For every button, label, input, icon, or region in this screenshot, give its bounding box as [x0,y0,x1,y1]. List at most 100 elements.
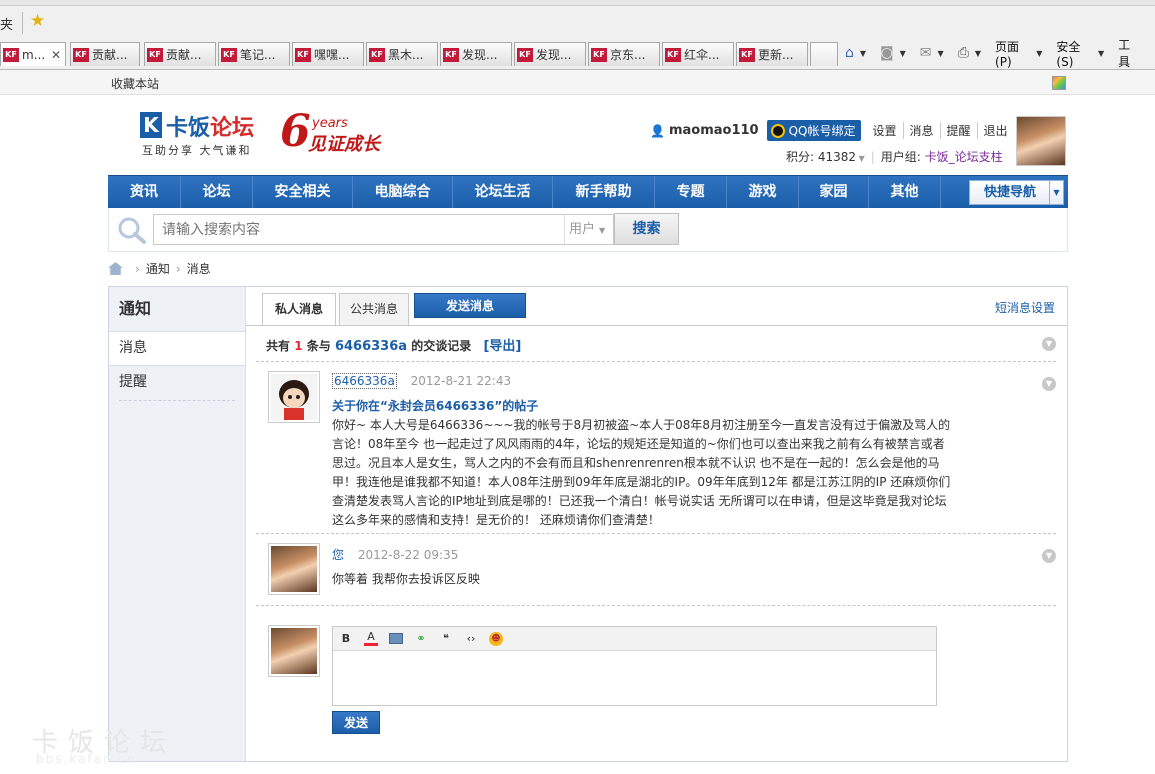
new-tab-button[interactable] [810,42,838,66]
theme-palette-icon[interactable] [1052,76,1066,90]
main-panel: 通知 消息 提醒 私人消息 公共消息 发送消息 短消息设置 共有 1 条与 64… [108,286,1068,762]
notifications-link[interactable]: 提醒 [939,122,977,139]
nav-item-newbie-help[interactable]: 新手帮助 [553,176,655,209]
site-favicon-icon: KF [295,47,311,62]
browser-tab[interactable]: KF 发现... [440,42,512,66]
nav-item-games[interactable]: 游戏 [727,176,799,209]
browser-tab[interactable]: KF 红伞... [662,42,734,66]
chevron-down-icon: ▼ [1049,181,1063,204]
message-item: 您 2012-8-22 09:35 你等着 我帮你去投诉区反映 ▼ [256,543,1056,603]
search-button[interactable]: 搜索 [614,213,679,245]
qq-bind-button[interactable]: QQ帐号绑定 [766,120,861,141]
user-group-link[interactable]: 卡饭_论坛支柱 [925,150,1003,164]
collapse-icon[interactable]: ▼ [1042,337,1056,351]
logo-k-mark: K [140,112,162,138]
logout-link[interactable]: 退出 [976,122,1014,139]
send-message-button[interactable]: 发送消息 [414,293,526,318]
quote-icon[interactable]: ❝ [439,632,453,646]
bold-icon[interactable]: B [339,632,353,646]
summary-count: 1 [294,339,303,353]
print-button[interactable]: ⎙ ▼ [958,45,981,61]
safety-menu[interactable]: 安全(S) ▼ [1056,38,1104,69]
settings-link[interactable]: 设置 [867,122,903,139]
add-favorite-star-icon[interactable]: ★ [30,11,45,31]
home-button[interactable]: ⌂ ▼ [845,45,866,61]
tab-private-messages[interactable]: 私人消息 [262,293,336,326]
close-tab-icon[interactable]: ✕ [51,48,61,62]
message-author-link[interactable]: 您 [332,548,344,562]
reply-textarea[interactable] [333,651,936,705]
site-logo[interactable]: K 卡饭论坛 互助分享 大气谦和 6 years 见证成长 [140,106,400,160]
browser-tab-label: 黑木... [388,48,424,62]
font-color-icon[interactable]: A [364,631,378,646]
main-nav: 资讯 论坛 安全相关 电脑综合 论坛生活 新手帮助 专题 游戏 家园 其他 快捷… [108,175,1068,209]
summary-user-link[interactable]: 6466336a [335,339,407,354]
favorites-label[interactable]: 夹 [0,14,13,33]
message-author-link[interactable]: 6466336a [332,373,397,389]
browser-tab[interactable]: KF 黑木... [366,42,438,66]
search-type-label: 用户 [569,222,596,237]
page-menu[interactable]: 页面(P) ▼ [995,38,1042,69]
nav-item-topics[interactable]: 专题 [655,176,727,209]
bookmark-site-link[interactable]: 收藏本站 [111,75,159,92]
nav-item-news[interactable]: 资讯 [108,176,181,209]
messages-link[interactable]: 消息 [902,122,940,139]
browser-tab[interactable]: KF m... ✕ [0,42,66,66]
breadcrumb-separator: › [175,261,181,276]
sender-avatar[interactable] [268,371,320,423]
smiley-icon[interactable]: ☻ [489,631,503,646]
message-time: 2012-8-22 09:35 [357,548,459,562]
nav-item-life[interactable]: 论坛生活 [453,176,553,209]
browser-tab[interactable]: KF 嘿嘿... [292,42,364,66]
nav-item-other[interactable]: 其他 [869,176,941,209]
mail-icon: ✉ [919,45,932,61]
quick-nav-button[interactable]: 快捷导航 ▼ [969,180,1064,205]
feeds-button[interactable]: ◙ ▼ [880,45,906,61]
score-menu[interactable]: 积分: 41382 [786,150,856,164]
logo-slogan: 互助分享 大气谦和 [142,144,252,157]
browser-tab[interactable]: KF 笔记... [218,42,290,66]
message-content: 私人消息 公共消息 发送消息 短消息设置 共有 1 条与 6466336a 的交… [246,287,1067,761]
browser-tab[interactable]: KF 贡献... [70,42,140,66]
image-icon[interactable] [389,633,403,644]
nav-item-computer[interactable]: 电脑综合 [353,176,453,209]
quick-nav-label: 快捷导航 [984,185,1037,200]
collapse-icon[interactable]: ▼ [1042,549,1056,563]
code-icon[interactable]: ‹› [464,632,478,646]
summary-mid: 条与 [306,339,331,353]
site-favicon-icon: KF [443,47,459,62]
collapse-icon[interactable]: ▼ [1042,377,1056,391]
browser-tab-label: 笔记... [240,48,276,62]
home-icon[interactable] [108,262,123,275]
site-topbar: 收藏本站 [0,70,1155,95]
browser-tab[interactable]: KF 更新... [736,42,808,66]
send-reply-button[interactable]: 发送 [332,711,380,734]
link-icon[interactable]: ⚭ [414,632,428,646]
tab-public-messages[interactable]: 公共消息 [339,293,409,325]
message-settings-link[interactable]: 短消息设置 [995,299,1055,316]
nav-item-home[interactable]: 家园 [799,176,869,209]
tools-menu[interactable]: 工具 [1118,36,1141,70]
sidebar-title: 通知 [109,287,245,332]
search-input[interactable] [153,214,565,245]
logo-name-a: 卡饭 [166,116,211,141]
browser-tab[interactable]: KF 京东... [588,42,660,66]
browser-tab-label: 红伞... [684,48,720,62]
search-type-select[interactable]: 用户 ▼ [564,214,614,245]
menu-strip [0,0,1155,6]
browser-tab[interactable]: KF 贡献... [144,42,216,66]
username-link[interactable]: maomao110 [669,123,759,138]
message-body: 你等着 我帮你去投诉区反映 [332,572,480,586]
mail-button[interactable]: ✉ ▼ [920,45,944,61]
safety-menu-label: 安全(S) [1056,39,1081,69]
nav-item-security[interactable]: 安全相关 [253,176,353,209]
browser-tab[interactable]: KF 发现... [514,42,586,66]
nav-item-forum[interactable]: 论坛 [181,176,253,209]
breadcrumb-notice[interactable]: 通知 [146,260,170,277]
message-item: 6466336a 2012-8-21 22:43 关于你在“永封会员646633… [256,371,1056,531]
sender-avatar[interactable] [268,543,320,595]
sidebar-item-messages[interactable]: 消息 [109,332,245,366]
export-link[interactable]: [导出] [483,339,521,354]
avatar[interactable] [1016,116,1066,166]
sidebar-item-reminders[interactable]: 提醒 [109,366,245,400]
